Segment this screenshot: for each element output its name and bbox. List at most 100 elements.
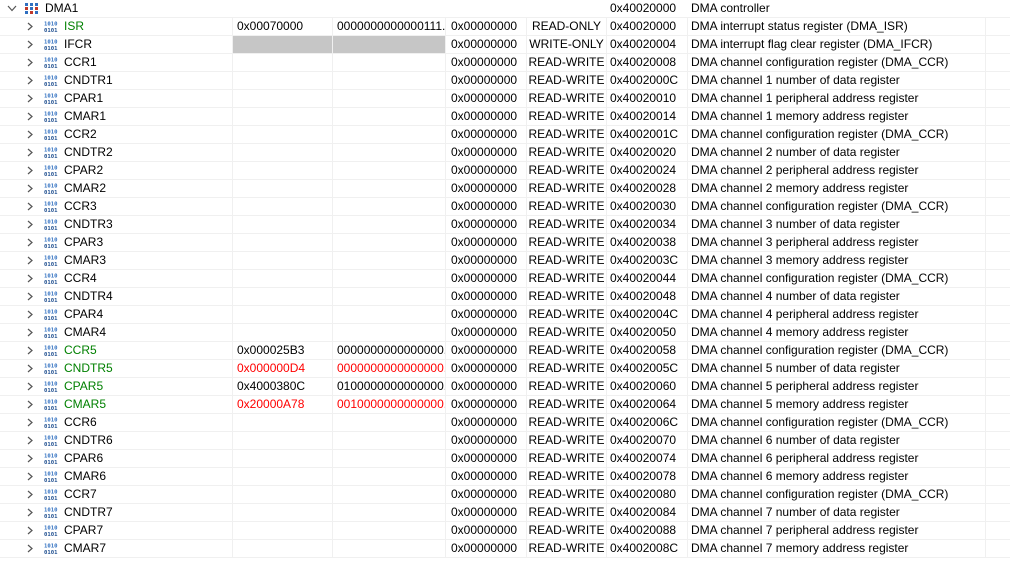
register-row-cpar7[interactable]: 1010 0101 CPAR7 0x00000000 READ-WRITE 0x… bbox=[0, 522, 1010, 540]
register-row-cpar4[interactable]: 1010 0101 CPAR4 0x00000000 READ-WRITE 0x… bbox=[0, 306, 1010, 324]
register-name: CMAR5 bbox=[64, 397, 107, 411]
chevron-right-icon[interactable] bbox=[25, 216, 35, 233]
register-value bbox=[237, 414, 332, 431]
register-name: CPAR7 bbox=[64, 523, 104, 537]
register-row-ccr2[interactable]: 1010 0101 CCR2 0x00000000 READ-WRITE 0x4… bbox=[0, 126, 1010, 144]
register-row-cndtr7[interactable]: 1010 0101 CNDTR7 0x00000000 READ-WRITE 0… bbox=[0, 504, 1010, 522]
chevron-right-icon[interactable] bbox=[25, 432, 35, 449]
chevron-right-icon[interactable] bbox=[25, 180, 35, 197]
chevron-right-icon[interactable] bbox=[25, 72, 35, 89]
chevron-down-icon[interactable] bbox=[7, 0, 17, 17]
register-row-cmar6[interactable]: 1010 0101 CMAR6 0x00000000 READ-WRITE 0x… bbox=[0, 468, 1010, 486]
register-icon: 1010 0101 bbox=[44, 488, 58, 503]
svg-text:1010: 1010 bbox=[44, 130, 58, 136]
chevron-right-icon[interactable] bbox=[25, 360, 35, 377]
register-icon: 1010 0101 bbox=[44, 326, 58, 341]
svg-text:1010: 1010 bbox=[44, 328, 58, 334]
register-row-ifcr[interactable]: 1010 0101 IFCR 0x00000000 WRITE-ONLY 0x4… bbox=[0, 36, 1010, 54]
chevron-right-icon[interactable] bbox=[25, 342, 35, 359]
register-row-cmar5[interactable]: 1010 0101 CMAR5 0x20000A78 0010000000000… bbox=[0, 396, 1010, 414]
register-row-ccr3[interactable]: 1010 0101 CCR3 0x00000000 READ-WRITE 0x4… bbox=[0, 198, 1010, 216]
register-row-cpar3[interactable]: 1010 0101 CPAR3 0x00000000 READ-WRITE 0x… bbox=[0, 234, 1010, 252]
chevron-right-icon[interactable] bbox=[25, 18, 35, 35]
chevron-right-icon[interactable] bbox=[25, 144, 35, 161]
register-description: DMA channel 7 peripheral address registe… bbox=[691, 523, 919, 537]
register-row-cndtr4[interactable]: 1010 0101 CNDTR4 0x00000000 READ-WRITE 0… bbox=[0, 288, 1010, 306]
svg-text:0101: 0101 bbox=[44, 154, 58, 159]
register-row-cpar5[interactable]: 1010 0101 CPAR5 0x4000380C 0100000000000… bbox=[0, 378, 1010, 396]
register-description: DMA channel configuration register (DMA_… bbox=[691, 487, 949, 501]
chevron-right-icon[interactable] bbox=[25, 108, 35, 125]
register-row-ccr7[interactable]: 1010 0101 CCR7 0x00000000 READ-WRITE 0x4… bbox=[0, 486, 1010, 504]
register-tree[interactable]: DMA1 0x40020000 DMA controller 1010 0101… bbox=[0, 0, 1010, 563]
register-address: 0x40020008 bbox=[610, 55, 677, 69]
register-row-cmar7[interactable]: 1010 0101 CMAR7 0x00000000 READ-WRITE 0x… bbox=[0, 540, 1010, 558]
chevron-right-icon[interactable] bbox=[25, 306, 35, 323]
register-access: READ-WRITE bbox=[528, 325, 605, 339]
register-address: 0x4002008C bbox=[610, 541, 679, 555]
chevron-right-icon[interactable] bbox=[25, 36, 35, 53]
register-row-cndtr3[interactable]: 1010 0101 CNDTR3 0x00000000 READ-WRITE 0… bbox=[0, 216, 1010, 234]
register-row-cpar6[interactable]: 1010 0101 CPAR6 0x00000000 READ-WRITE 0x… bbox=[0, 450, 1010, 468]
register-reset-value: 0x00000000 bbox=[451, 307, 518, 321]
chevron-right-icon[interactable] bbox=[25, 504, 35, 521]
register-value bbox=[237, 234, 332, 251]
register-access: READ-WRITE bbox=[528, 235, 605, 249]
chevron-right-icon[interactable] bbox=[25, 414, 35, 431]
register-binary bbox=[337, 90, 445, 107]
register-icon: 1010 0101 bbox=[44, 290, 58, 305]
register-access: READ-WRITE bbox=[528, 433, 605, 447]
chevron-right-icon[interactable] bbox=[25, 450, 35, 467]
chevron-right-icon[interactable] bbox=[25, 162, 35, 179]
chevron-right-icon[interactable] bbox=[25, 90, 35, 107]
register-row-cpar1[interactable]: 1010 0101 CPAR1 0x00000000 READ-WRITE 0x… bbox=[0, 90, 1010, 108]
register-address: 0x40020030 bbox=[610, 199, 677, 213]
chevron-right-icon[interactable] bbox=[25, 522, 35, 539]
peripheral-row[interactable]: DMA1 0x40020000 DMA controller bbox=[0, 0, 1010, 18]
chevron-right-icon[interactable] bbox=[25, 486, 35, 503]
svg-text:0101: 0101 bbox=[44, 298, 58, 303]
register-row-cndtr5[interactable]: 1010 0101 CNDTR5 0x000000D4 000000000000… bbox=[0, 360, 1010, 378]
register-row-cmar1[interactable]: 1010 0101 CMAR1 0x00000000 READ-WRITE 0x… bbox=[0, 108, 1010, 126]
chevron-right-icon[interactable] bbox=[25, 468, 35, 485]
chevron-right-icon[interactable] bbox=[25, 54, 35, 71]
chevron-right-icon[interactable] bbox=[25, 288, 35, 305]
register-row-cndtr6[interactable]: 1010 0101 CNDTR6 0x00000000 READ-WRITE 0… bbox=[0, 432, 1010, 450]
register-binary: 0100000000000000... bbox=[337, 379, 445, 393]
chevron-right-icon[interactable] bbox=[25, 324, 35, 341]
register-access: READ-WRITE bbox=[528, 451, 605, 465]
chevron-right-icon[interactable] bbox=[25, 198, 35, 215]
register-row-cpar2[interactable]: 1010 0101 CPAR2 0x00000000 READ-WRITE 0x… bbox=[0, 162, 1010, 180]
register-name: CNDTR7 bbox=[64, 505, 113, 519]
register-row-ccr6[interactable]: 1010 0101 CCR6 0x00000000 READ-WRITE 0x4… bbox=[0, 414, 1010, 432]
register-row-cmar3[interactable]: 1010 0101 CMAR3 0x00000000 READ-WRITE 0x… bbox=[0, 252, 1010, 270]
register-access: READ-WRITE bbox=[528, 127, 605, 141]
register-access: READ-WRITE bbox=[528, 253, 605, 267]
chevron-right-icon[interactable] bbox=[25, 270, 35, 287]
chevron-right-icon[interactable] bbox=[25, 126, 35, 143]
register-row-cndtr2[interactable]: 1010 0101 CNDTR2 0x00000000 READ-WRITE 0… bbox=[0, 144, 1010, 162]
register-description: DMA channel 3 number of data register bbox=[691, 217, 900, 231]
register-binary bbox=[337, 504, 445, 521]
register-value: 0x000025B3 bbox=[237, 343, 305, 357]
register-row-cmar2[interactable]: 1010 0101 CMAR2 0x00000000 READ-WRITE 0x… bbox=[0, 180, 1010, 198]
svg-text:1010: 1010 bbox=[44, 544, 58, 550]
chevron-right-icon[interactable] bbox=[25, 396, 35, 413]
register-icon: 1010 0101 bbox=[44, 110, 58, 125]
svg-text:1010: 1010 bbox=[44, 202, 58, 208]
svg-text:1010: 1010 bbox=[44, 436, 58, 442]
chevron-right-icon[interactable] bbox=[25, 540, 35, 557]
chevron-right-icon[interactable] bbox=[25, 234, 35, 251]
register-row-ccr5[interactable]: 1010 0101 CCR5 0x000025B3 00000000000000… bbox=[0, 342, 1010, 360]
register-row-ccr4[interactable]: 1010 0101 CCR4 0x00000000 READ-WRITE 0x4… bbox=[0, 270, 1010, 288]
register-address: 0x4002003C bbox=[610, 253, 679, 267]
register-row-isr[interactable]: 1010 0101 ISR 0x00070000 000000000000011… bbox=[0, 18, 1010, 36]
chevron-right-icon[interactable] bbox=[25, 252, 35, 269]
svg-text:0101: 0101 bbox=[44, 28, 58, 33]
register-row-cmar4[interactable]: 1010 0101 CMAR4 0x00000000 READ-WRITE 0x… bbox=[0, 324, 1010, 342]
register-icon: 1010 0101 bbox=[44, 542, 58, 557]
register-row-cndtr1[interactable]: 1010 0101 CNDTR1 0x00000000 READ-WRITE 0… bbox=[0, 72, 1010, 90]
register-description: DMA channel 5 number of data register bbox=[691, 361, 900, 375]
register-row-ccr1[interactable]: 1010 0101 CCR1 0x00000000 READ-WRITE 0x4… bbox=[0, 54, 1010, 72]
chevron-right-icon[interactable] bbox=[25, 378, 35, 395]
